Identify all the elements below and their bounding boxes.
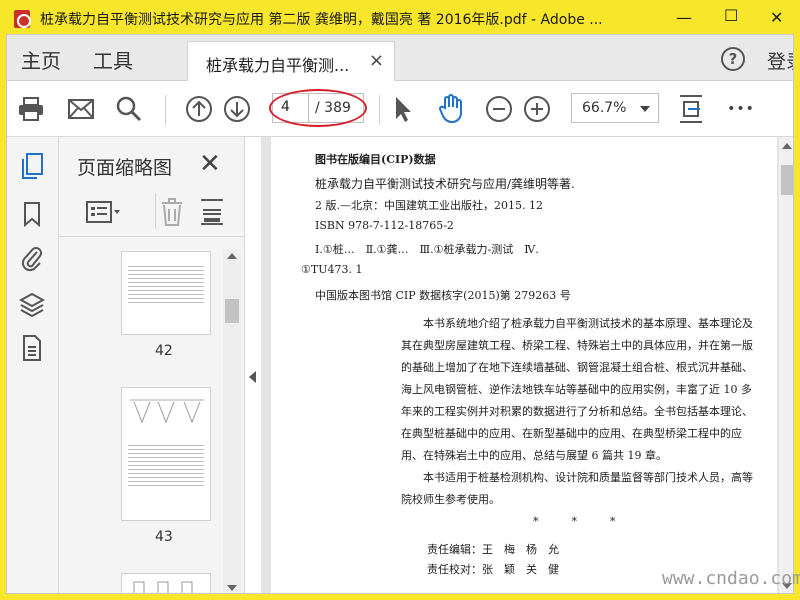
zoom-level-dropdown[interactable]: 66.7% <box>571 93 659 123</box>
thumbnail-panel-title: 页面缩略图 <box>77 157 173 179</box>
zoom-out-icon[interactable] <box>483 93 515 125</box>
cip-line: ①TU473. 1 <box>301 263 363 276</box>
toolbar-separator <box>379 95 380 125</box>
page-thumbnail-42[interactable] <box>121 251 211 335</box>
window-title: 桩承载力自平衡测试技术研究与应用 第二版 龚维明，戴国亮 著 2016年版.pd… <box>40 12 603 28</box>
scrollbar-thumb[interactable] <box>225 299 239 323</box>
tab-document[interactable]: 桩承载力自平衡测... × <box>187 41 395 81</box>
attachment-icon[interactable] <box>17 243 47 273</box>
thumbnail-panel: 页面缩略图 ✕ 42 43 <box>59 137 245 593</box>
fit-page-icon[interactable] <box>675 93 707 125</box>
zoom-in-icon[interactable] <box>521 93 553 125</box>
site-watermark: www.cndao.com <box>662 568 800 589</box>
toolbar-separator <box>165 95 166 125</box>
tab-tools[interactable]: 工具 <box>93 45 133 74</box>
maximize-button[interactable]: ☐ <box>724 6 738 25</box>
page-thumbnail-44[interactable] <box>121 573 211 593</box>
search-icon[interactable] <box>113 93 145 125</box>
login-button[interactable]: 登录 <box>767 47 793 74</box>
help-icon[interactable]: ? <box>721 47 745 71</box>
red-highlight-ellipse <box>269 89 367 127</box>
hand-tool-icon[interactable] <box>435 93 467 125</box>
close-tab-icon[interactable]: × <box>369 50 384 71</box>
document-tab-label: 桩承载力自平衡测... <box>206 56 350 75</box>
thumbnail-tools <box>59 189 245 237</box>
close-panel-icon[interactable]: ✕ <box>199 149 221 179</box>
next-page-icon[interactable] <box>221 93 253 125</box>
tab-home[interactable]: 主页 <box>21 45 61 74</box>
tabs-row: 主页 工具 桩承载力自平衡测... × ? 登录 <box>7 35 793 81</box>
cip-line: 2 版.—北京：中国建筑工业出版社，2015. 12 <box>315 199 543 212</box>
thumbnail-page-number: 42 <box>155 343 173 359</box>
tools-separator <box>155 193 156 229</box>
scroll-up-icon[interactable] <box>782 143 792 149</box>
previous-page-icon[interactable] <box>183 93 215 125</box>
acrobat-app-icon <box>14 10 31 28</box>
left-navigation-rail <box>7 137 59 593</box>
cip-line: Ⅰ.①桩… Ⅱ.①龚… Ⅲ.①桩承载力-测试 Ⅳ. <box>315 243 539 256</box>
document-view: 图书在版编目(CIP)数据 桩承载力自平衡测试技术研究与应用/龚维明等著. 2 … <box>261 137 793 593</box>
email-icon[interactable] <box>65 93 97 125</box>
page-thumbnails-icon[interactable] <box>17 151 47 181</box>
extract-page-icon[interactable] <box>199 197 225 231</box>
chevron-down-icon <box>640 106 650 112</box>
close-window-button[interactable]: ✕ <box>770 8 783 27</box>
scroll-up-icon[interactable] <box>227 253 237 259</box>
pdf-page: 图书在版编目(CIP)数据 桩承载力自平衡测试技术研究与应用/龚维明等著. 2 … <box>271 137 777 593</box>
thumbnail-options-icon[interactable] <box>85 199 121 229</box>
cip-heading: 图书在版编目(CIP)数据 <box>315 153 436 166</box>
more-options-icon[interactable]: ••• <box>725 93 757 125</box>
print-icon[interactable] <box>15 93 47 125</box>
zoom-value: 66.7% <box>582 100 627 116</box>
document-properties-icon[interactable] <box>17 333 47 363</box>
layers-icon[interactable] <box>17 289 47 319</box>
title-bar: 桩承载力自平衡测试技术研究与应用 第二版 龚维明，戴国亮 著 2016年版.pd… <box>6 4 794 34</box>
scrollbar-thumb[interactable] <box>781 165 793 195</box>
thumbnail-diagram <box>133 581 193 593</box>
book-audience-paragraph: 本书适用于桩基检测机构、设计院和质量监督等部门技术人员，高等院校师生参考使用。 <box>401 471 753 506</box>
cip-line: 中国版本图书馆 CIP 数据核字(2015)第 279263 号 <box>315 289 571 302</box>
book-description-paragraph: 本书系统地介绍了桩承载力自平衡测试技术的基本原理、基本理论及其在典型房屋建筑工程… <box>401 317 753 462</box>
cip-line: ISBN 978-7-112-18765-2 <box>315 219 454 232</box>
page-thumbnail-43[interactable] <box>121 387 211 521</box>
acrobat-window: 主页 工具 桩承载力自平衡测... × ? 登录 4 / 389 <box>6 34 794 594</box>
proofreader-credit: 责任校对：张 颖 关 健 <box>427 563 559 576</box>
select-cursor-icon[interactable] <box>387 93 419 125</box>
thumbnail-diagram <box>130 399 204 424</box>
document-scrollbar[interactable] <box>779 137 793 593</box>
thumbnail-scrollbar[interactable] <box>223 249 241 593</box>
collapse-panel-icon[interactable] <box>249 371 256 383</box>
scroll-down-icon[interactable] <box>227 585 237 591</box>
thumbnail-page-number: 43 <box>155 529 173 545</box>
section-stars: * * * <box>533 515 616 528</box>
minimize-button[interactable]: — <box>676 8 692 27</box>
toolbar: 4 / 389 66.7% ••• <box>7 81 793 137</box>
cip-line: 桩承载力自平衡测试技术研究与应用/龚维明等著. <box>315 177 575 191</box>
editor-credit: 责任编辑：王 梅 杨 允 <box>427 543 559 556</box>
delete-page-icon[interactable] <box>159 197 185 231</box>
bookmark-icon[interactable] <box>17 199 47 229</box>
